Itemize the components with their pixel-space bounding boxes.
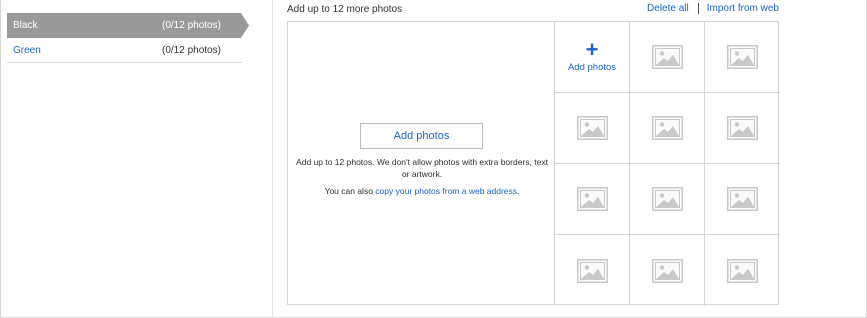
- variation-row-green[interactable]: Green (0/12 photos): [7, 38, 243, 63]
- hint-suffix: .: [517, 186, 520, 196]
- sidebar-divider: [272, 0, 273, 318]
- image-placeholder-icon: [651, 258, 683, 283]
- photo-slot[interactable]: [705, 164, 780, 235]
- image-placeholder-icon: [576, 258, 608, 283]
- delete-all-link[interactable]: Delete all: [647, 3, 689, 14]
- variation-photo-count: (0/12 photos): [162, 45, 221, 56]
- image-placeholder-icon: [727, 45, 758, 69]
- photo-slot[interactable]: [555, 164, 630, 235]
- hint-prefix: You can also: [324, 186, 376, 196]
- add-photos-button[interactable]: Add photos: [360, 123, 483, 149]
- image-placeholder-icon: [576, 187, 608, 211]
- variation-row-black[interactable]: Black (0/12 photos): [7, 13, 249, 38]
- import-from-web-link[interactable]: Import from web: [707, 3, 779, 14]
- photo-slot[interactable]: [705, 93, 780, 164]
- image-placeholder-icon: [727, 116, 758, 140]
- photo-slot[interactable]: [630, 93, 705, 164]
- photo-slot[interactable]: [630, 235, 705, 306]
- photo-drop-area[interactable]: Add photos Add up to 12 photos. We don't…: [287, 21, 555, 305]
- add-photos-tile[interactable]: + Add photos: [555, 22, 630, 93]
- photo-guidelines-text: Add up to 12 photos. We don't allow phot…: [296, 157, 548, 179]
- photo-slot[interactable]: [555, 235, 630, 306]
- variation-name[interactable]: Green: [13, 45, 41, 56]
- photos-header-title: Add up to 12 more photos: [287, 4, 403, 15]
- photo-slot[interactable]: [630, 22, 705, 93]
- variation-photo-count: (0/12 photos): [162, 20, 221, 31]
- image-placeholder-icon: [651, 187, 683, 211]
- link-separator: [697, 3, 699, 14]
- photo-slot[interactable]: [705, 22, 780, 93]
- image-placeholder-icon: [576, 116, 608, 140]
- web-address-hint: You can also copy your photos from a web…: [296, 186, 548, 196]
- photo-slot[interactable]: [705, 235, 780, 306]
- photo-slot[interactable]: [630, 164, 705, 235]
- add-photos-tile-label: Add photos: [567, 62, 617, 73]
- photo-thumbnail-grid: + Add photos: [554, 21, 780, 306]
- variation-name: Black: [13, 20, 38, 31]
- photo-slot[interactable]: [555, 93, 630, 164]
- image-placeholder-icon: [651, 116, 683, 140]
- header-actions: Delete all Import from web: [647, 3, 779, 14]
- image-placeholder-icon: [727, 187, 758, 211]
- copy-from-web-link[interactable]: copy your photos from a web address: [375, 186, 517, 196]
- image-placeholder-icon: [727, 258, 758, 283]
- plus-icon: +: [585, 37, 599, 62]
- image-placeholder-icon: [651, 45, 683, 69]
